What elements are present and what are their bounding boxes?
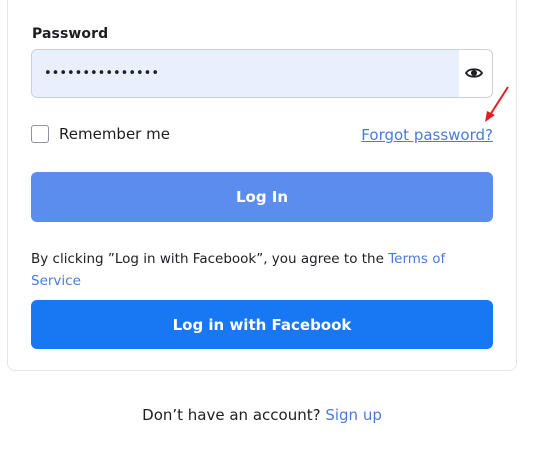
remember-label: Remember me: [59, 125, 170, 143]
remember-checkbox[interactable]: [31, 125, 49, 143]
remember-me[interactable]: Remember me: [31, 125, 170, 143]
terms-text: By clicking ”Log in with Facebook”, you …: [31, 251, 389, 267]
eye-icon[interactable]: [464, 63, 484, 83]
facebook-login-button[interactable]: Log in with Facebook: [31, 300, 493, 349]
forgot-password-link[interactable]: Forgot password?: [361, 126, 493, 144]
signup-text: Don’t have an account?: [142, 406, 326, 424]
password-field: [31, 49, 493, 98]
login-button[interactable]: Log In: [31, 172, 493, 222]
red-arrow-icon: [485, 86, 509, 122]
signup-link[interactable]: Sign up: [325, 406, 382, 424]
password-label: Password: [32, 26, 109, 42]
password-input[interactable]: [32, 50, 459, 97]
terms-notice: By clicking ”Log in with Facebook”, you …: [31, 248, 471, 292]
signup-prompt: Don’t have an account? Sign up: [0, 406, 524, 424]
